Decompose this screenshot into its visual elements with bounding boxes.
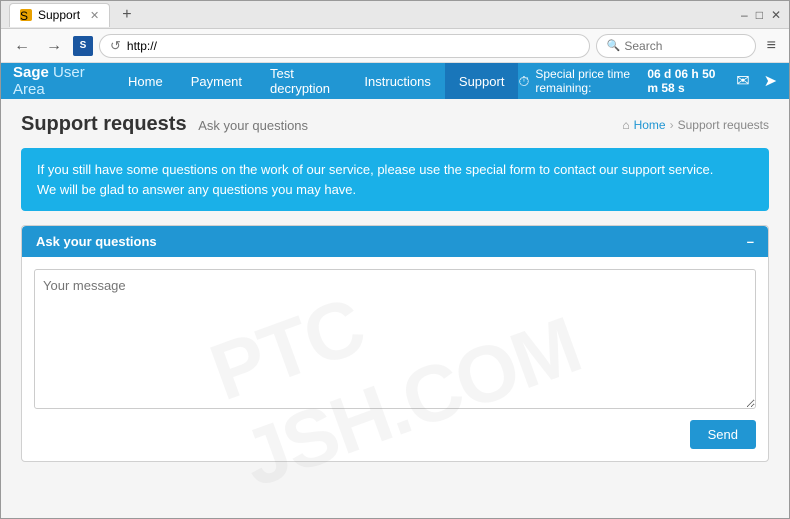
- page-title-area: Support requests Ask your questions: [21, 113, 308, 136]
- send-row: Send: [34, 420, 756, 449]
- site-favicon: S: [73, 36, 93, 56]
- site-brand: Sage User Area: [13, 64, 94, 98]
- ask-section: Ask your questions – PTCJSH.COM Send: [21, 225, 769, 462]
- nav-timer: ⏱ Special price time remaining: 06 d 06 …: [518, 67, 777, 95]
- nav-arrow-icon[interactable]: ➤: [764, 71, 777, 91]
- browser-window: S Support ✕ + – □ ✕ ← → S ↺ 🔍 ≡ Sage Use…: [0, 0, 790, 519]
- home-icon: ⌂: [622, 118, 629, 132]
- tab-favicon: S: [20, 9, 32, 21]
- message-textarea[interactable]: [34, 269, 756, 409]
- ask-section-title: Ask your questions: [36, 234, 157, 249]
- ask-section-header: Ask your questions –: [22, 226, 768, 257]
- breadcrumb-home[interactable]: Home: [634, 118, 666, 132]
- nav-test-decryption[interactable]: Test decryption: [256, 63, 350, 99]
- collapse-icon[interactable]: –: [747, 234, 754, 249]
- back-button[interactable]: ←: [9, 35, 35, 57]
- close-button[interactable]: ✕: [771, 8, 781, 22]
- info-line-1: If you still have some questions on the …: [37, 160, 753, 180]
- browser-menu-button[interactable]: ≡: [762, 35, 781, 57]
- tab-close-button[interactable]: ✕: [90, 9, 99, 22]
- search-bar[interactable]: 🔍: [596, 34, 756, 58]
- window-controls: – □ ✕: [741, 8, 781, 22]
- info-box: If you still have some questions on the …: [21, 148, 769, 211]
- new-tab-button[interactable]: +: [118, 6, 135, 24]
- mail-icon[interactable]: ✉: [736, 71, 749, 91]
- page-header: Support requests Ask your questions ⌂ Ho…: [21, 113, 769, 136]
- timer-icon: ⏱: [518, 73, 529, 90]
- maximize-button[interactable]: □: [756, 8, 763, 22]
- breadcrumb: ⌂ Home › Support requests: [622, 118, 769, 132]
- timer-label: Special price time remaining:: [535, 67, 641, 95]
- url-bar[interactable]: ↺: [99, 34, 590, 58]
- timer-value: 06 d 06 h 50 m 58 s: [647, 67, 722, 95]
- ask-section-body: PTCJSH.COM Send: [22, 257, 768, 461]
- nav-support[interactable]: Support: [445, 63, 519, 99]
- breadcrumb-separator: ›: [670, 118, 674, 132]
- reload-icon[interactable]: ↺: [110, 38, 121, 54]
- nav-instructions[interactable]: Instructions: [350, 63, 444, 99]
- search-icon: 🔍: [607, 39, 621, 52]
- address-bar: ← → S ↺ 🔍 ≡: [1, 29, 789, 63]
- tab-title: Support: [38, 8, 80, 22]
- browser-tab: S Support ✕: [9, 3, 110, 27]
- minimize-button[interactable]: –: [741, 8, 748, 22]
- site-navbar: Sage User Area Home Payment Test decrypt…: [1, 63, 789, 99]
- info-line-2: We will be glad to answer any questions …: [37, 180, 753, 200]
- nav-payment[interactable]: Payment: [177, 63, 256, 99]
- breadcrumb-current: Support requests: [678, 118, 769, 132]
- search-input[interactable]: [624, 39, 744, 53]
- page-subtitle: Ask your questions: [198, 118, 308, 133]
- forward-button[interactable]: →: [41, 35, 67, 57]
- url-input[interactable]: [127, 39, 579, 53]
- page-title: Support requests: [21, 113, 187, 135]
- send-button[interactable]: Send: [690, 420, 756, 449]
- nav-home[interactable]: Home: [114, 63, 177, 99]
- page-content: Support requests Ask your questions ⌂ Ho…: [1, 99, 789, 518]
- title-bar: S Support ✕ + – □ ✕: [1, 1, 789, 29]
- brand-bold: Sage: [13, 64, 49, 81]
